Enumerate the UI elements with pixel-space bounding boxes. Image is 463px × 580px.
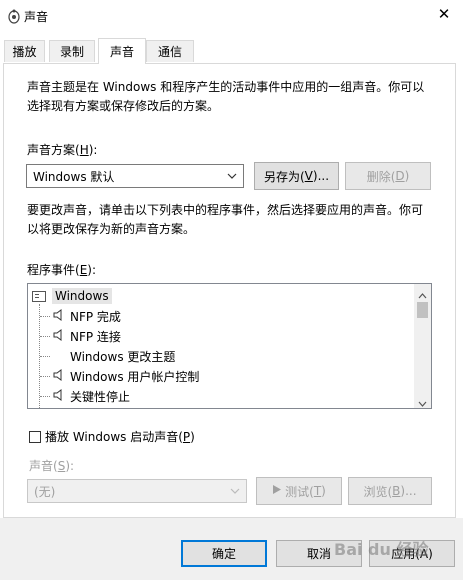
event-label: Windows 更改主题 [70,349,176,364]
tab-communications[interactable]: 通信 [146,40,194,62]
ok-button[interactable]: 确定 [181,540,267,567]
play-icon [272,484,282,498]
event-label: Windows 用户帐户控制 [70,369,200,384]
speaker-icon [52,368,66,385]
sound-label: 声音(S): [29,459,75,473]
tab-playback[interactable]: 播放 [4,40,45,62]
description-line: 声音主题是在 Windows 和程序产生的活动事件中应用的一组声音。你可以 [27,80,425,94]
speaker-icon [52,308,66,325]
delete-button[interactable]: 删除(D) [345,162,431,190]
ok-label: 确定 [211,547,236,561]
cancel-label: 取消 [306,547,331,561]
tab-label: 通信 [157,45,182,59]
event-label: NFP 完成 [70,309,121,324]
close-icon: ✕ [437,5,451,23]
tab-label: 录制 [59,45,84,59]
title-bar: 声音 ✕ [0,0,463,32]
startup-sound-label: 播放 Windows 启动声音(P) [45,430,195,444]
program-events-label: 程序事件(E): [27,263,97,277]
selected-scheme: Windows 默认 [33,169,115,184]
chevron-down-icon [227,173,237,179]
list-item[interactable]: NFP 完成 [40,306,121,326]
checkbox-box[interactable] [29,430,41,443]
test-button[interactable]: 测试(T) [256,477,342,505]
event-label: Windows [52,288,112,304]
event-label: NFP 连接 [70,329,121,344]
tab-label: 声音 [109,45,134,59]
watermark: Bai du 经验 [334,540,429,559]
speaker-icon [52,388,66,405]
description-line: 以将更改保存为新的声音方案。 [27,222,196,236]
sound-scheme-label: 声音方案(H): [27,143,98,157]
chevron-down-icon [230,488,240,494]
tab-recording[interactable]: 录制 [49,40,95,62]
chevron-up-icon[interactable] [418,288,427,302]
window-icon [32,290,46,302]
list-item[interactable]: Windows 用户帐户控制 [40,366,199,386]
list-scrollbar[interactable] [414,284,431,408]
scheme-description: 声音主题是在 Windows 和程序产生的活动事件中应用的一组声音。你可以 选择… [27,78,437,116]
list-item[interactable]: Windows 更改主题 [40,346,175,366]
description-line: 选择现有方案或保存修改后的方案。 [27,99,220,113]
tab-label: 播放 [12,45,37,59]
change-description: 要更改声音，请单击以下列表中的程序事件，然后选择要应用的声音。你可 以将更改保存… [27,201,437,239]
selected-sound: (无) [34,484,56,499]
list-item[interactable]: NFP 连接 [40,326,121,346]
list-item[interactable]: Windows [32,286,112,306]
list-item[interactable]: 关键性停止 [40,386,130,406]
speaker-icon [52,328,66,345]
startup-sound-checkbox[interactable]: 播放 Windows 启动声音(P) [29,428,195,445]
event-label: 关键性停止 [70,389,131,404]
speaker-app-icon [7,8,21,24]
sound-dropdown[interactable]: (无) [27,479,247,503]
sound-scheme-dropdown[interactable]: Windows 默认 [26,164,244,188]
program-events-list[interactable]: Windows NFP 完成 NFP 连接 Windows 更改主题 Windo… [27,283,432,409]
close-button[interactable]: ✕ [426,0,462,28]
save-as-button[interactable]: 另存为(V)... [254,162,339,190]
description-line: 要更改声音，请单击以下列表中的程序事件，然后选择要应用的声音。你可 [27,203,424,217]
chevron-down-icon[interactable] [418,396,427,408]
browse-button[interactable]: 浏览(B)... [348,477,432,505]
scrollbar-thumb[interactable] [417,302,428,318]
window-title: 声音 [24,10,49,24]
tab-sounds[interactable]: 声音 [98,38,146,64]
